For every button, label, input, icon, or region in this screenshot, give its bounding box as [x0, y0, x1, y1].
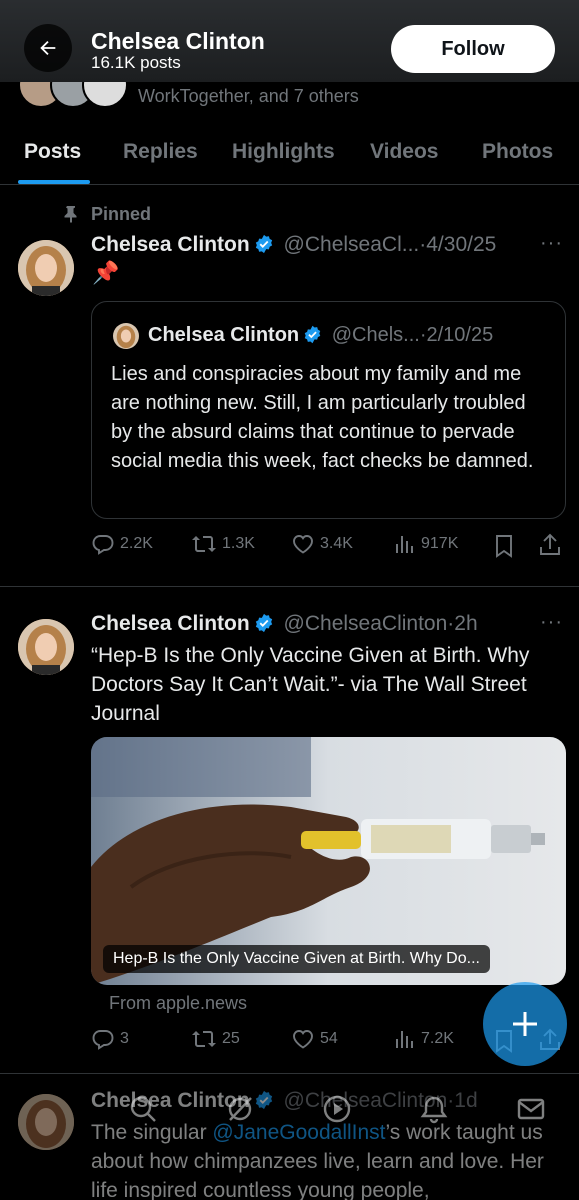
follow-button[interactable]: Follow: [391, 25, 555, 73]
views-count: 917K: [421, 535, 459, 552]
like-count: 54: [320, 1030, 338, 1047]
tab-videos[interactable]: Videos: [370, 140, 438, 164]
followers-you-know[interactable]: WorkTogether, and 7 others: [0, 82, 579, 112]
heart-icon: [293, 1030, 313, 1049]
views-button[interactable]: 7.2K: [394, 1027, 454, 1051]
reply-icon: [92, 535, 114, 555]
followers-you-know-text: WorkTogether, and 7 others: [138, 86, 359, 106]
quoted-author-avatar: [113, 323, 139, 349]
profile-name: Chelsea Clinton: [91, 28, 265, 54]
like-count: 3.4K: [320, 535, 353, 552]
views-icon: [396, 536, 413, 553]
tab-photos[interactable]: Photos: [482, 140, 553, 164]
reply-icon: [92, 1030, 114, 1050]
compose-post-button[interactable]: [483, 982, 567, 1066]
link-card[interactable]: Hep-B Is the Only Vaccine Given at Birth…: [91, 737, 566, 985]
verified-badge-icon: [255, 234, 272, 254]
active-tab-indicator: [18, 180, 90, 184]
author-name[interactable]: Chelsea Clinton: [91, 612, 250, 635]
views-icon: [396, 1031, 413, 1048]
post-date: 4/30/25: [426, 233, 497, 256]
link-card-title: Hep-B Is the Only Vaccine Given at Birth…: [103, 945, 490, 973]
views-button[interactable]: 917K: [394, 532, 458, 556]
search-icon[interactable]: [128, 1094, 158, 1124]
pinned-label: Pinned: [91, 204, 152, 224]
play-icon[interactable]: [322, 1094, 352, 1124]
post-divider: [0, 586, 579, 587]
repost-count: 25: [222, 1030, 240, 1047]
post-text: “Hep-B Is the Only Vaccine Given at Birt…: [91, 644, 530, 725]
arrow-left-icon: [40, 40, 56, 56]
posts-count: 16.1K posts: [91, 53, 181, 72]
quoted-post-text: Lies and conspiracies about my family an…: [111, 363, 534, 472]
verified-badge-icon: [255, 613, 272, 633]
post-text: 📌: [92, 260, 120, 285]
author-handle: @ChelseaCl...: [283, 233, 420, 256]
grok-icon[interactable]: [225, 1094, 255, 1124]
post-divider: [0, 1073, 579, 1074]
repost-icon: [192, 536, 216, 552]
author-handle: @ChelseaClinton: [283, 612, 448, 635]
follower-avatar: [82, 82, 128, 108]
like-button[interactable]: 54: [291, 1027, 338, 1051]
profile-header: Chelsea Clinton 16.1K posts Follow: [0, 0, 579, 82]
profile-tabs: Posts Replies Highlights Videos Photos: [0, 130, 579, 185]
more-options-icon[interactable]: ···: [540, 611, 563, 634]
post-date: 2h: [454, 612, 478, 635]
back-button[interactable]: [24, 24, 72, 72]
quoted-post[interactable]: Chelsea Clinton @Chels...·2/10/25 Lies a…: [91, 301, 566, 519]
verified-badge-icon: [304, 325, 321, 344]
link-card-source: From apple.news: [109, 993, 248, 1013]
pin-icon: [64, 206, 77, 223]
quoted-author-name: Chelsea Clinton: [148, 324, 300, 346]
bookmark-icon[interactable]: [493, 534, 515, 558]
plus-icon: [513, 1012, 537, 1036]
reply-count: 2.2K: [120, 535, 153, 552]
share-icon[interactable]: [538, 532, 562, 558]
reply-button[interactable]: 3: [91, 1027, 129, 1051]
author-avatar[interactable]: [18, 240, 74, 296]
reply-count: 3: [120, 1030, 129, 1047]
reply-button[interactable]: 2.2K: [91, 532, 153, 556]
bell-icon[interactable]: [419, 1094, 449, 1124]
views-count: 7.2K: [421, 1030, 454, 1047]
quoted-author-handle: @Chels...: [331, 324, 420, 346]
repost-icon: [192, 1031, 216, 1047]
repost-button[interactable]: 1.3K: [191, 532, 255, 556]
more-options-icon[interactable]: ···: [540, 232, 563, 255]
heart-icon: [293, 535, 313, 554]
author-name[interactable]: Chelsea Clinton: [91, 233, 250, 256]
author-avatar[interactable]: [18, 619, 74, 675]
post-actions: 2.2K 1.3K 3.4K 917K: [91, 532, 566, 562]
quoted-post-date: 2/10/25: [426, 324, 494, 346]
like-button[interactable]: 3.4K: [291, 532, 353, 556]
mail-icon[interactable]: [516, 1094, 546, 1124]
repost-count: 1.3K: [222, 535, 255, 552]
bottom-navigation: [0, 1080, 579, 1150]
tab-replies[interactable]: Replies: [123, 140, 198, 164]
tab-highlights[interactable]: Highlights: [232, 140, 335, 164]
tab-posts[interactable]: Posts: [24, 140, 81, 164]
repost-button[interactable]: 25: [191, 1027, 240, 1051]
